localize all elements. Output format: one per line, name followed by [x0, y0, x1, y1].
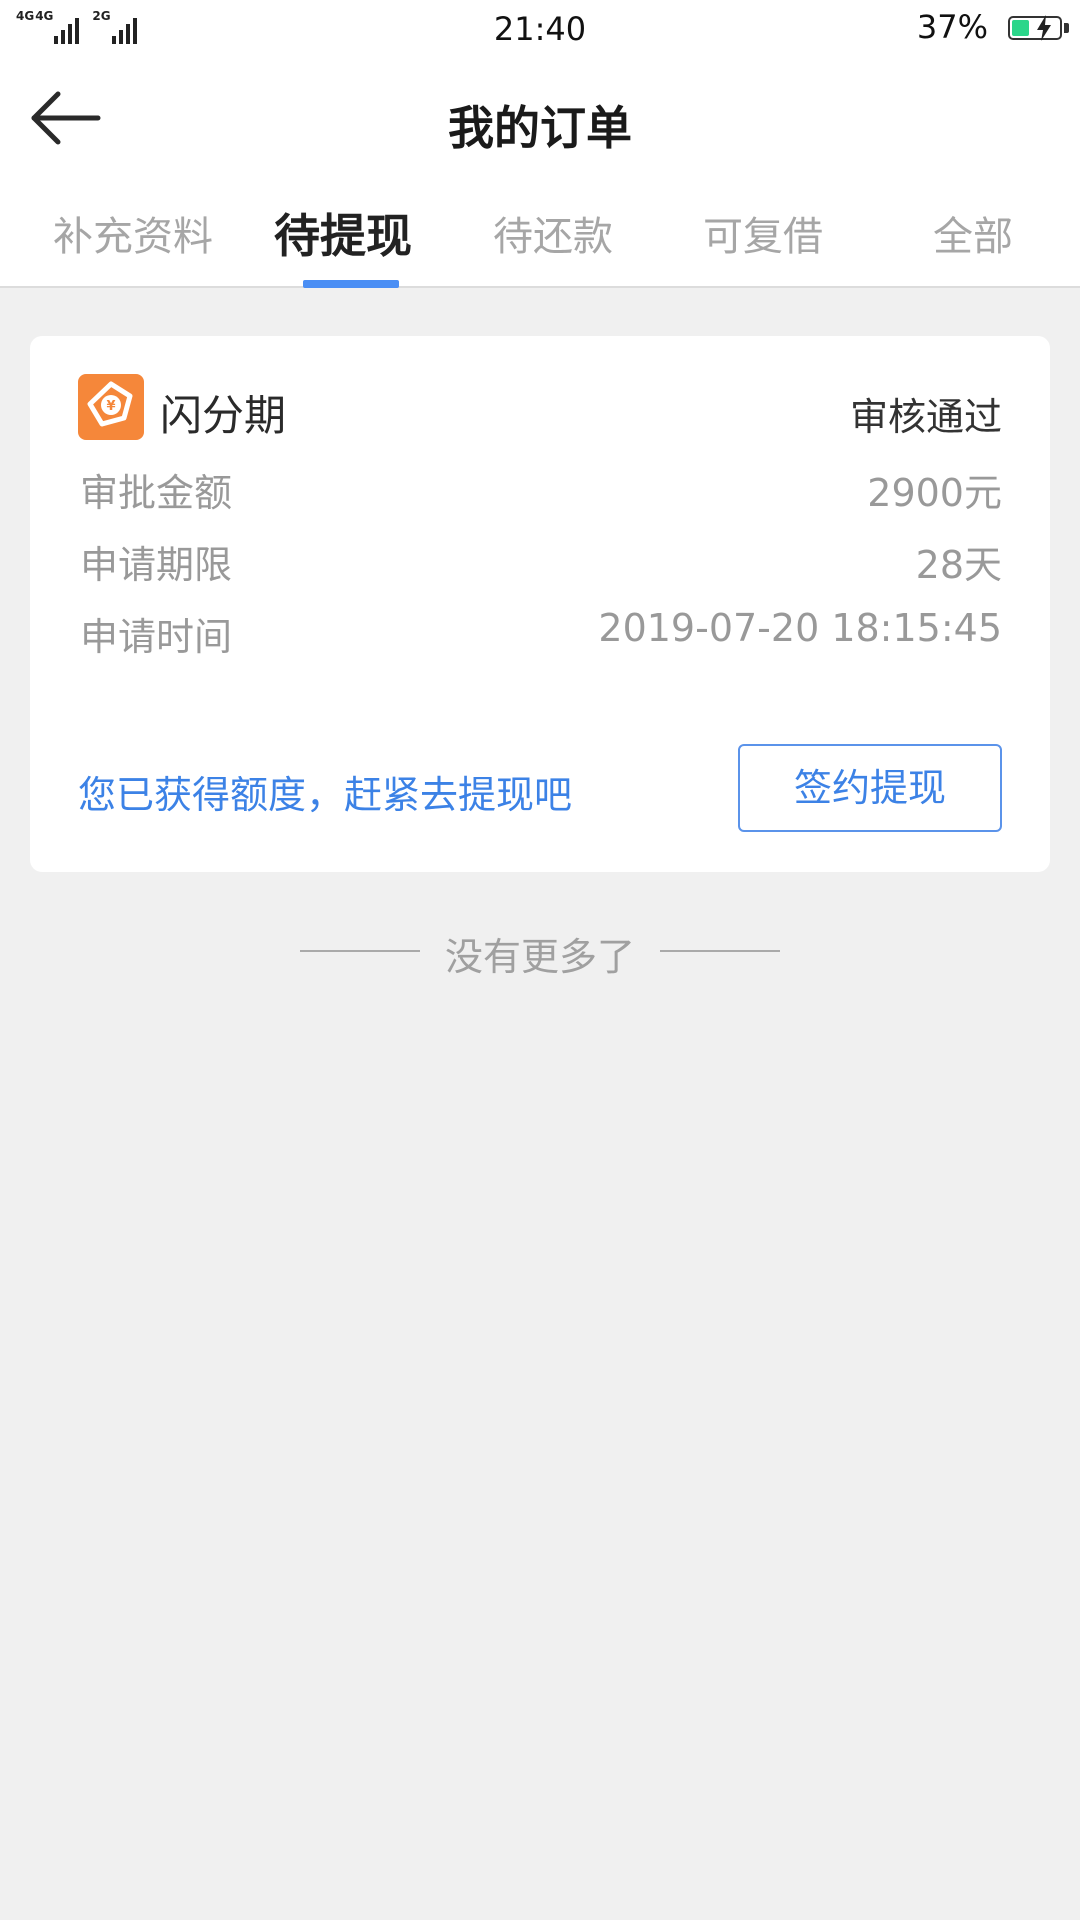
end-of-list: 没有更多了 [0, 922, 1080, 979]
tab-all[interactable]: 全部 [868, 204, 1078, 262]
brand-logo-icon: ¥ [78, 374, 144, 440]
info-label: 申请期限 [80, 543, 233, 587]
info-value: 28天 [915, 543, 1002, 587]
divider [660, 950, 780, 952]
tab-pending-repayment[interactable]: 待还款 [448, 204, 658, 262]
info-label: 申请时间 [80, 615, 233, 659]
order-card[interactable]: ¥ 闪分期 审核通过 审批金额 2900元 申请期限 28天 申请时间 2019… [30, 336, 1050, 872]
info-row-approved-amount: 审批金额 2900元 [80, 462, 1002, 515]
tab-reborrow[interactable]: 可复借 [658, 204, 868, 262]
status-bar: 4G 4G 2G 21:40 37% [0, 0, 1080, 56]
app-header: 我的订单 [0, 56, 1080, 186]
charging-bolt-icon [1037, 15, 1051, 41]
info-label: 审批金额 [80, 471, 233, 515]
info-value: 2019-07-20 18:15:45 [598, 606, 1002, 650]
page-title: 我的订单 [448, 101, 632, 155]
lender-name: 闪分期 [160, 391, 287, 440]
withdraw-hint: 您已获得额度，赶紧去提现吧 [78, 773, 573, 817]
no-more-text: 没有更多了 [444, 935, 635, 979]
info-row-loan-term: 申请期限 28天 [80, 534, 1002, 587]
battery-tip [1064, 23, 1069, 33]
battery-percent: 37% [916, 8, 988, 46]
info-row-apply-time: 申请时间 2019-07-20 18:15:45 [80, 606, 1002, 659]
svg-text:¥: ¥ [106, 399, 115, 414]
order-tabs: 补充资料 待提现 待还款 可复借 全部 [0, 186, 1080, 288]
tab-supplement-info[interactable]: 补充资料 [28, 204, 238, 262]
battery-fill [1012, 20, 1029, 36]
tab-pending-withdrawal[interactable]: 待提现 [238, 200, 448, 266]
active-tab-indicator [303, 280, 399, 288]
order-status: 审核通过 [849, 395, 1002, 439]
sign-withdraw-button[interactable]: 签约提现 [738, 744, 1002, 832]
info-value: 2900元 [867, 471, 1002, 515]
